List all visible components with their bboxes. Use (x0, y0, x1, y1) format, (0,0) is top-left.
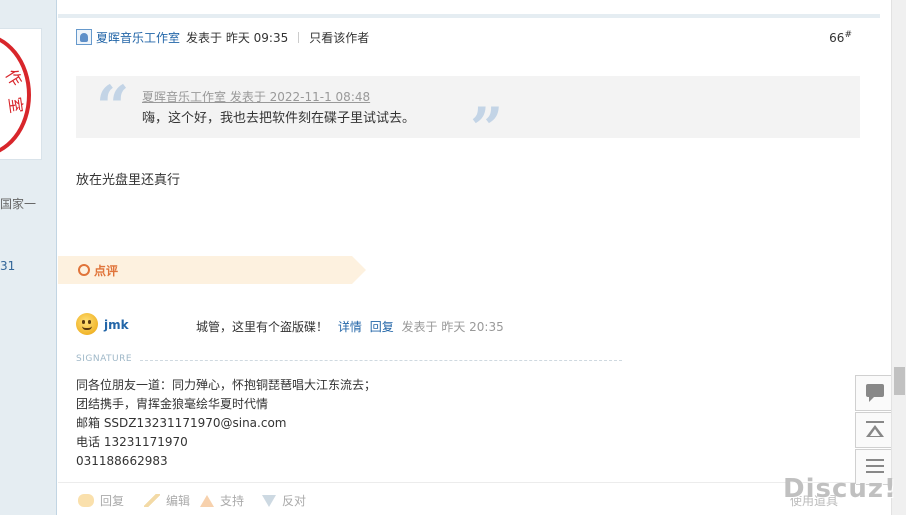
comment-item: 城管，这里有个盗版碟！ 详情 回复 发表于 昨天 20:35 (196, 318, 504, 335)
only-author-link[interactable]: 只看该作者 (309, 29, 369, 46)
floor-number[interactable]: 66# (829, 30, 852, 45)
commenter-avatar[interactable] (76, 313, 98, 335)
reply-label: 回复 (100, 494, 125, 508)
support-button[interactable]: 支持 (200, 492, 244, 509)
signature-body: 同各位朋友一道：同力殚心，怀抱铜琵琶唱大江东流去； 团结携手，胄挥金狼毫绘华夏时… (76, 376, 376, 471)
post-actions-bar: 回复 编辑 支持 反对 使用道具 (58, 482, 880, 515)
post-body: 放在光盘里还真行 (76, 173, 181, 188)
post-header: 夏晖音乐工作室 发表于 昨天 09:35 只看该作者 (76, 28, 369, 46)
floor-mark: # (844, 30, 852, 40)
quote-body: 嗨，这个好，我也去把软件刻在碟子里试试去。 (142, 111, 416, 126)
quote-meta-link[interactable]: 夏晖音乐工作室 发表于 2022-11-1 08:48 (142, 88, 370, 105)
discuz-watermark: Discuz! (783, 474, 897, 504)
seal-char: 室 (5, 95, 27, 115)
author-info-text: 国家一 (0, 197, 37, 211)
divider (298, 31, 300, 43)
reply-button[interactable]: 回复 (78, 492, 124, 509)
comment-reply-link[interactable]: 回复 (370, 320, 394, 334)
commenter-name-link[interactable]: jmk (104, 318, 129, 332)
author-info-number[interactable]: 31 (0, 259, 15, 273)
floor-number-value: 66 (829, 31, 845, 45)
quote-open-icon: “ (96, 73, 130, 141)
comment-detail-link[interactable]: 详情 (338, 320, 362, 334)
edit-pencil-icon (144, 494, 160, 507)
floating-toolbar (855, 375, 893, 486)
reply-icon (78, 494, 94, 507)
quick-reply-button[interactable] (855, 375, 893, 411)
signature-line: 电话 13231171970 (76, 435, 188, 449)
author-avatar[interactable]: 作 室 (0, 28, 42, 160)
edit-label: 编辑 (166, 494, 191, 508)
post-author-link[interactable]: 夏晖音乐工作室 (96, 29, 180, 46)
comment-text: 城管，这里有个盗版碟！ (196, 320, 329, 334)
comment-section-label: 点评 (94, 264, 119, 278)
thumb-down-icon (262, 494, 276, 507)
signature-line: 031188662983 (76, 454, 168, 468)
back-to-top-button[interactable] (855, 412, 893, 448)
edit-button[interactable]: 编辑 (144, 492, 190, 509)
signature-line: 同各位朋友一道：同力殚心，怀抱铜琵琶唱大江东流去； (76, 378, 377, 392)
post-divider (58, 14, 880, 18)
comment-section-header: 点评 (58, 256, 366, 284)
support-label: 支持 (220, 494, 245, 508)
oppose-button[interactable]: 反对 (262, 492, 306, 509)
post-main: 夏晖音乐工作室 发表于 昨天 09:35 只看该作者 66# “ 夏晖音乐工作室… (58, 0, 880, 515)
oppose-label: 反对 (282, 494, 307, 508)
reply-bubble-icon (866, 384, 884, 402)
scrollbar-thumb[interactable] (894, 367, 905, 395)
quote-close-icon: ” (470, 95, 504, 163)
online-status-icon (76, 29, 92, 45)
signature-line: 团结携手，胄挥金狼毫绘华夏时代情 (76, 397, 269, 411)
comment-ring-icon (78, 264, 90, 276)
vertical-scrollbar[interactable] (891, 0, 906, 515)
list-icon (866, 459, 884, 461)
back-to-top-icon (866, 421, 884, 423)
signature-line: 邮箱 SSDZ13231171970@sina.com (76, 416, 287, 430)
post-time: 发表于 昨天 09:35 (186, 30, 289, 45)
comment-time: 发表于 昨天 20:35 (401, 320, 504, 334)
thumb-up-icon (200, 494, 214, 507)
author-sidebar: 作 室 国家一 31 (0, 0, 57, 515)
signature-label: SIGNATURE (76, 354, 133, 364)
quote-block: “ 夏晖音乐工作室 发表于 2022-11-1 08:48 嗨，这个好，我也去把… (76, 73, 860, 158)
signature-divider (140, 360, 622, 361)
